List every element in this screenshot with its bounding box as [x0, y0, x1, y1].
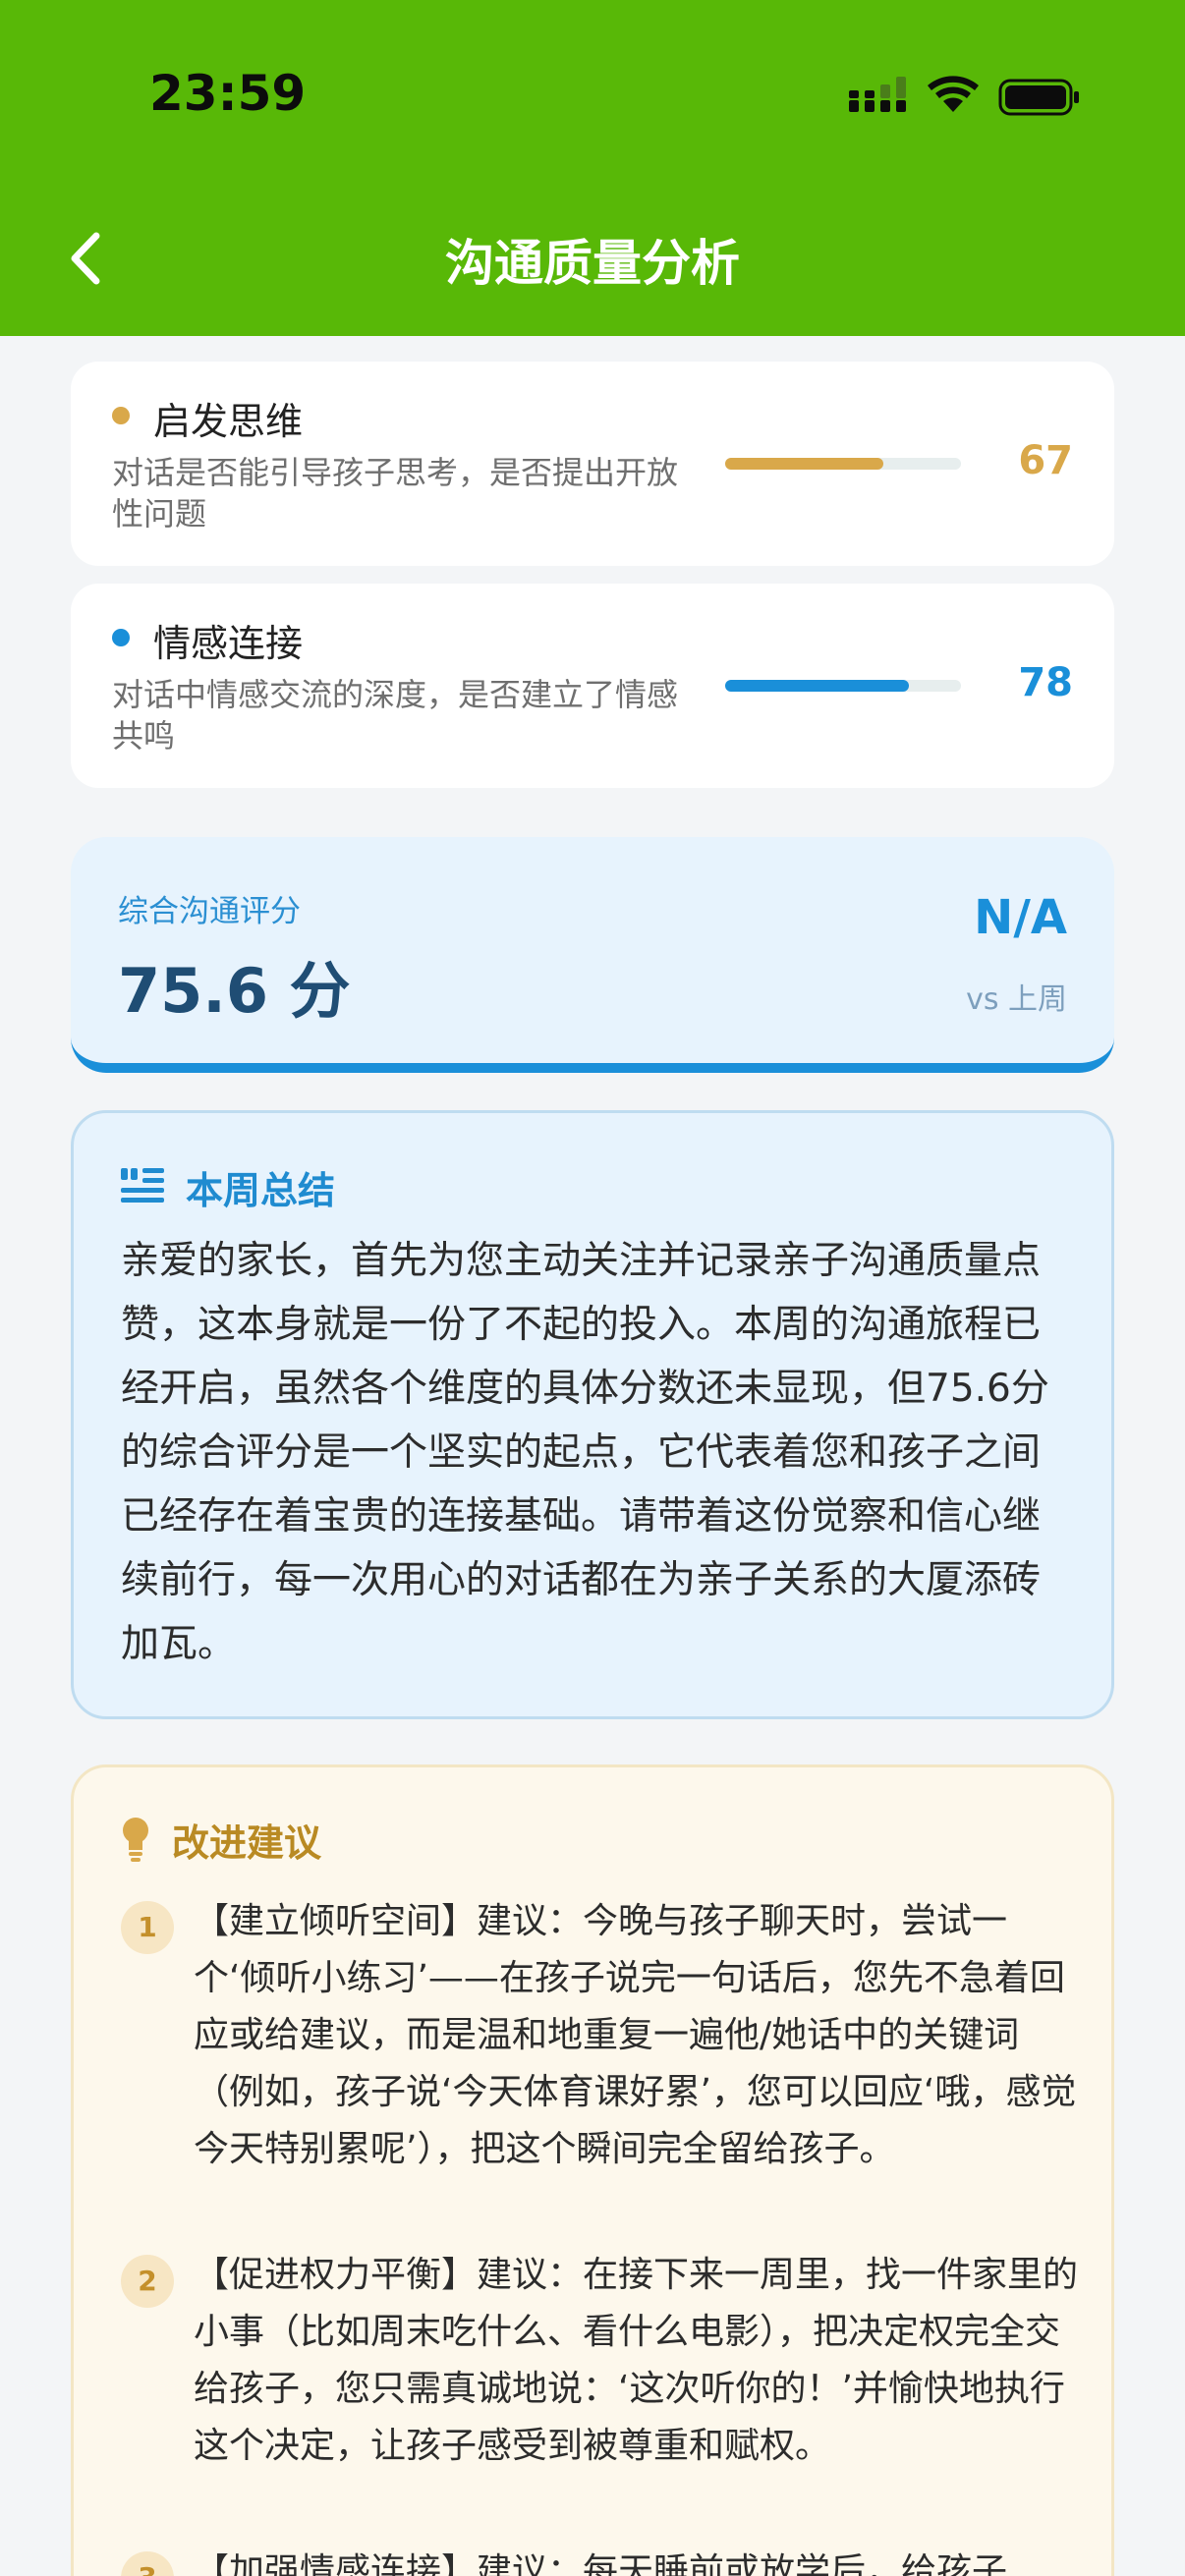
weekly-summary-card: 本周总结 亲爱的家长，首先为您主动关注并记录亲子沟通质量点赞，这本身就是一份了不… — [71, 1110, 1114, 1719]
dimension-dot-icon — [112, 407, 130, 424]
dimension-progress-track — [725, 680, 961, 692]
dimension-title: 启发思维 — [153, 400, 304, 443]
improvement-advice-card: 改进建议 1 【建立倾听空间】建议：今晚与孩子聊天时，尝试一个‘倾听小练习’——… — [71, 1764, 1114, 2576]
wifi-icon — [928, 76, 979, 112]
dimension-score: 67 — [1018, 438, 1073, 483]
overall-score-label: 综合沟通评分 — [118, 894, 301, 929]
advice-text: 【建立倾听空间】建议：今晚与孩子聊天时，尝试一个‘倾听小练习’——在孩子说完一句… — [194, 1901, 1077, 2169]
advice-number-badge: 3 — [121, 2551, 174, 2576]
advice-number-badge: 2 — [121, 2255, 174, 2308]
dimension-card-emotional-connection: 情感连接 对话中情感交流的深度，是否建立了情感共鸣 78 — [71, 584, 1114, 788]
dimension-progress-fill — [725, 458, 883, 470]
overall-score-card: 综合沟通评分 75.6 分 N/A vs 上周 — [71, 837, 1114, 1073]
summary-title: 本周总结 — [186, 1169, 336, 1212]
lightbulb-icon — [123, 1818, 148, 1862]
advice-title: 改进建议 — [172, 1821, 322, 1865]
status-time: 23:59 — [149, 65, 307, 122]
dimension-dot-icon — [112, 629, 130, 646]
page-title: 沟通质量分析 — [445, 235, 740, 292]
dimension-title: 情感连接 — [153, 622, 304, 665]
dimension-score: 78 — [1018, 660, 1073, 705]
advice-number-badge: 1 — [121, 1901, 174, 1954]
overall-score-value: 75.6 分 — [118, 955, 351, 1027]
week-compare-value: N/A — [974, 890, 1067, 945]
battery-icon — [998, 79, 1079, 116]
status-icons — [849, 76, 1079, 116]
week-compare-label: vs 上周 — [966, 982, 1067, 1017]
advice-text: 【促进权力平衡】建议：在接下来一周里，找一件家里的小事（比如周末吃什么、看什么电… — [194, 2255, 1079, 2466]
scroll-content[interactable]: 启发思维 对话是否能引导孩子思考，是否提出开放性问题 67 情感连接 对话中情感… — [0, 336, 1185, 2576]
dimension-description: 对话是否能引导孩子思考，是否提出开放性问题 — [112, 454, 679, 532]
cellular-signal-icon — [849, 77, 906, 112]
dimension-progress-track — [725, 458, 961, 470]
summary-text: 亲爱的家长，首先为您主动关注并记录亲子沟通质量点赞，这本身就是一份了不起的投入。… — [121, 1239, 1049, 1666]
dimension-progress-fill — [725, 680, 910, 692]
dimension-card-inspire-thinking: 启发思维 对话是否能引导孩子思考，是否提出开放性问题 67 — [71, 362, 1114, 566]
dimension-description: 对话中情感交流的深度，是否建立了情感共鸣 — [112, 676, 679, 755]
advice-text: 【加强情感连接】建议：每天睡前或放学后，给孩子 — [194, 2551, 1008, 2576]
app-header: 23:59 沟通质量分析 — [0, 0, 1185, 336]
quote-lines-icon — [121, 1168, 164, 1203]
